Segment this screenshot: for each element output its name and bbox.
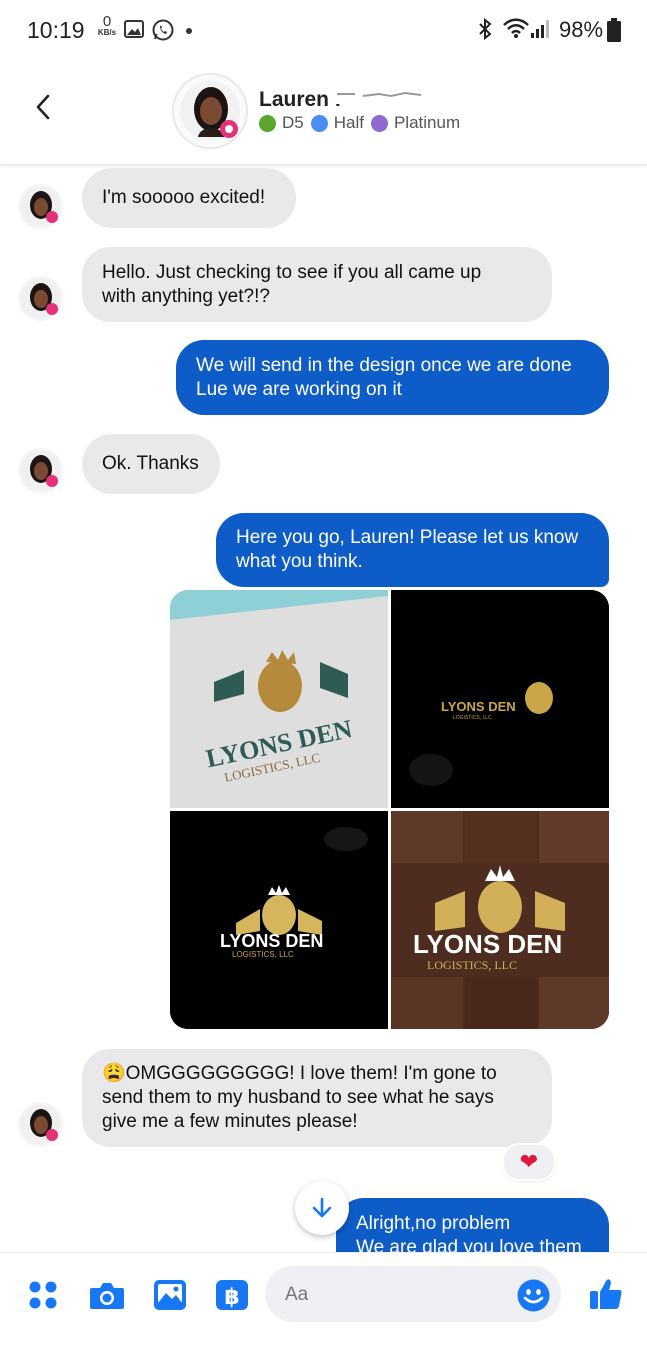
- message-text: I'm sooooo excited!: [102, 187, 266, 208]
- message-reaction[interactable]: ❤: [502, 1143, 556, 1181]
- logo-text: LYONS DEN: [220, 931, 323, 951]
- message-text: Hello. Just checking to see if you all c…: [102, 261, 482, 307]
- contact-photo: [174, 75, 246, 147]
- outgoing-message[interactable]: Alright,no problem We are glad you love …: [336, 1198, 609, 1252]
- logo-subtext: LOGISTICS, LLC: [427, 958, 517, 972]
- incoming-message[interactable]: Ok. Thanks: [82, 434, 220, 494]
- payment-icon[interactable]: ฿: [215, 1279, 249, 1311]
- logo-photo-dark-small[interactable]: LYONS DEN LOGISTICS, LLC: [391, 590, 609, 808]
- logo-text: LYONS DEN: [441, 699, 516, 714]
- outgoing-message[interactable]: We will send in the design once we are d…: [176, 340, 609, 415]
- message-text: We will send in the design once we are d…: [196, 354, 572, 400]
- badge-label-2: Half: [333, 113, 364, 132]
- status-bar: 10:19 0 KB/s 98%: [0, 0, 647, 62]
- scroll-down-button[interactable]: [295, 1181, 349, 1235]
- gallery-notification-icon: [124, 20, 144, 38]
- net-speed-unit: KB/s: [97, 28, 117, 37]
- more-notifications-dot: [186, 28, 192, 34]
- incoming-message[interactable]: Hello. Just checking to see if you all c…: [82, 247, 552, 322]
- svg-text:฿: ฿: [224, 1285, 239, 1310]
- sender-avatar[interactable]: [18, 276, 63, 321]
- badge-dot-1: [259, 114, 276, 132]
- image-icon[interactable]: [153, 1279, 187, 1311]
- sender-avatar[interactable]: [18, 1102, 63, 1147]
- photo-grid[interactable]: LYONS DEN LOGISTICS, LLC LYONS DEN LOGIS…: [170, 590, 610, 1030]
- incoming-message[interactable]: I'm sooooo excited!: [82, 168, 296, 228]
- whatsapp-notification-icon: [152, 19, 174, 41]
- bluetooth-icon: [479, 17, 492, 41]
- badge-label-3: Platinum: [393, 113, 461, 132]
- net-speed-value: 0: [102, 13, 112, 30]
- badge-label-1: D5: [282, 113, 304, 132]
- message-text: 😩OMGGGGGGGGG! I love them! I'm gone to s…: [102, 1063, 497, 1132]
- logo-photo-wood[interactable]: LYONS DEN LOGISTICS, LLC: [391, 811, 609, 1029]
- signal-icon: [531, 20, 549, 38]
- status-time: 10:19: [27, 17, 85, 43]
- message-text: Here you go, Lauren! Please let us know …: [236, 527, 579, 572]
- message-input[interactable]: [283, 1266, 517, 1324]
- emoji-icon[interactable]: [517, 1279, 550, 1312]
- grid-icon[interactable]: [28, 1280, 58, 1310]
- contact-meta: D5 Half Platinum: [259, 113, 467, 133]
- camera-icon[interactable]: [89, 1280, 125, 1310]
- logo-subtext: LOGISTICS, LLC: [232, 950, 294, 959]
- back-icon[interactable]: [30, 92, 58, 122]
- logo-subtext: LOGISTICS, LLC: [453, 715, 492, 721]
- message-text: Ok. Thanks: [102, 453, 199, 474]
- conversation-header: Lauren I D5 Half Platinum: [0, 62, 647, 164]
- message-text: Alright,no problem We are glad you love …: [356, 1213, 582, 1252]
- badge-dot-2: [310, 114, 328, 132]
- logo-photo-paper[interactable]: LYONS DEN LOGISTICS, LLC: [170, 590, 388, 808]
- like-icon[interactable]: [589, 1277, 623, 1311]
- sender-avatar[interactable]: [18, 184, 63, 229]
- logo-text: LYONS DEN: [413, 929, 562, 959]
- redacted-surname: [335, 88, 431, 104]
- composer-bar: ฿: [0, 1252, 647, 1367]
- sender-avatar[interactable]: [18, 448, 63, 493]
- battery-percent: 98%: [559, 17, 604, 42]
- wifi-icon: [503, 18, 529, 38]
- message-list[interactable]: I'm sooooo excited! Hello. Just checking…: [0, 164, 647, 1252]
- battery-icon: [607, 18, 621, 42]
- outgoing-message[interactable]: Here you go, Lauren! Please let us know …: [216, 513, 609, 587]
- net-speed: 0 KB/s: [94, 14, 120, 37]
- incoming-message[interactable]: 😩OMGGGGGGGGG! I love them! I'm gone to s…: [82, 1049, 552, 1147]
- contact-name[interactable]: Lauren I: [259, 88, 341, 112]
- scroll-down-icon: [312, 1197, 332, 1218]
- heart-reaction-icon: ❤: [519, 1149, 539, 1175]
- badge-dot-3: [370, 114, 388, 132]
- contact-avatar[interactable]: [172, 73, 248, 149]
- logo-photo-dark[interactable]: LYONS DEN LOGISTICS, LLC: [170, 811, 388, 1029]
